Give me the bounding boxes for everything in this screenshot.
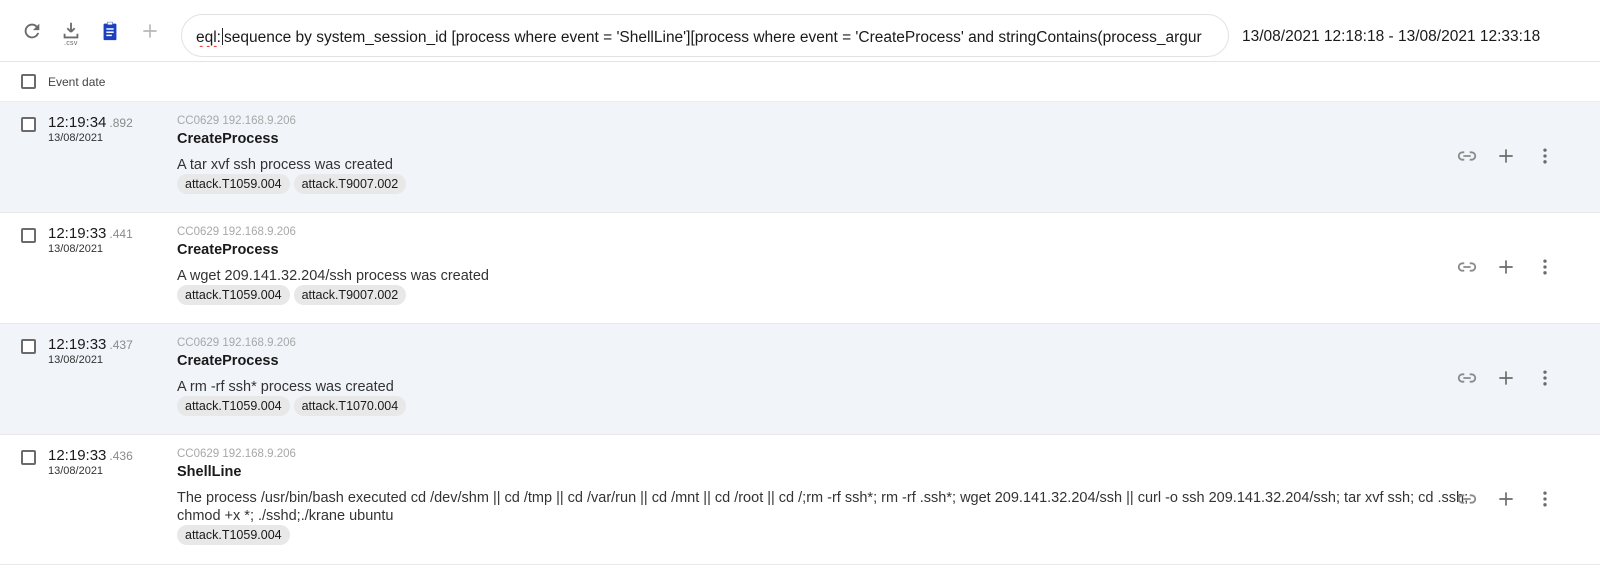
event-time: 12:19:34.892 xyxy=(48,114,133,131)
query-input[interactable]: eql: sequence by system_session_id [proce… xyxy=(181,14,1229,57)
row-checkbox[interactable] xyxy=(21,339,36,354)
row-checkbox[interactable] xyxy=(21,450,36,465)
table-row[interactable]: 12:19:33.436 13/08/2021 CC0629 192.168.9… xyxy=(0,435,1600,565)
link-icon xyxy=(1457,262,1477,272)
refresh-button[interactable] xyxy=(19,18,45,44)
more-button[interactable] xyxy=(1532,254,1558,280)
more-vert-icon xyxy=(1543,491,1547,507)
row-actions xyxy=(1450,486,1600,512)
event-source: CC0629 192.168.9.206 xyxy=(177,115,296,127)
tag-chip[interactable]: attack.T9007.002 xyxy=(293,174,407,194)
download-csv-icon xyxy=(63,22,79,39)
select-all-checkbox[interactable] xyxy=(21,74,36,89)
link-icon xyxy=(1457,373,1477,383)
event-description: A rm -rf ssh* process was created xyxy=(177,379,394,395)
event-type: CreateProcess xyxy=(177,131,279,147)
add-icon xyxy=(1499,492,1513,506)
event-time: 12:19:33.441 xyxy=(48,225,133,242)
tag-chip[interactable]: attack.T1059.004 xyxy=(177,285,290,305)
more-button[interactable] xyxy=(1532,365,1558,391)
more-vert-icon xyxy=(1543,259,1547,275)
more-button[interactable] xyxy=(1532,486,1558,512)
add-icon xyxy=(1499,149,1513,163)
more-button[interactable] xyxy=(1532,143,1558,169)
event-description: A tar xvf ssh process was created xyxy=(177,157,393,173)
add-icon xyxy=(1499,260,1513,274)
add-icon xyxy=(143,24,157,38)
date-range[interactable]: 13/08/2021 12:18:18 - 13/08/2021 12:33:1… xyxy=(1242,28,1540,46)
add-button[interactable] xyxy=(137,18,163,44)
csv-label: .csv xyxy=(64,40,78,47)
tag-chip[interactable]: attack.T1059.004 xyxy=(177,525,290,545)
add-row-button[interactable] xyxy=(1493,143,1519,169)
link-icon xyxy=(1457,151,1477,161)
more-vert-icon xyxy=(1543,370,1547,386)
event-source: CC0629 192.168.9.206 xyxy=(177,226,296,238)
clipboard-icon xyxy=(103,21,117,41)
event-date: 13/08/2021 xyxy=(48,465,104,477)
tag-chip[interactable]: attack.T1070.004 xyxy=(293,396,407,416)
row-checkbox[interactable] xyxy=(21,117,36,132)
more-vert-icon xyxy=(1543,148,1547,164)
event-source: CC0629 192.168.9.206 xyxy=(177,337,296,349)
add-row-button[interactable] xyxy=(1493,365,1519,391)
link-button[interactable] xyxy=(1454,254,1480,280)
event-type: ShellLine xyxy=(177,464,242,480)
event-list: 12:19:34.892 13/08/2021 CC0629 192.168.9… xyxy=(0,102,1600,565)
table-row[interactable]: 12:19:34.892 13/08/2021 CC0629 192.168.9… xyxy=(0,102,1600,213)
table-row[interactable]: 12:19:33.441 13/08/2021 CC0629 192.168.9… xyxy=(0,213,1600,324)
query-prefix: eql: xyxy=(196,29,221,46)
event-date: 13/08/2021 xyxy=(48,132,104,144)
tag-list: attack.T1059.004 xyxy=(177,525,290,545)
row-actions xyxy=(1450,254,1600,280)
event-type: CreateProcess xyxy=(177,242,279,258)
add-icon xyxy=(1499,371,1513,385)
row-actions xyxy=(1450,365,1600,391)
link-button[interactable] xyxy=(1454,486,1480,512)
row-actions xyxy=(1450,143,1600,169)
tag-chip[interactable]: attack.T9007.002 xyxy=(293,285,407,305)
tag-chip[interactable]: attack.T1059.004 xyxy=(177,174,290,194)
tag-list: attack.T1059.004 attack.T9007.002 xyxy=(177,174,407,194)
event-type: CreateProcess xyxy=(177,353,279,369)
link-icon xyxy=(1457,494,1477,504)
event-description: The process /usr/bin/bash executed cd /d… xyxy=(177,490,1469,524)
link-button[interactable] xyxy=(1454,365,1480,391)
table-row[interactable]: 12:19:33.437 13/08/2021 CC0629 192.168.9… xyxy=(0,324,1600,435)
toolbar: .csv eql: sequence by system_session_id [… xyxy=(0,0,1600,62)
row-checkbox[interactable] xyxy=(21,228,36,243)
link-button[interactable] xyxy=(1454,143,1480,169)
event-time: 12:19:33.436 xyxy=(48,447,133,464)
event-source: CC0629 192.168.9.206 xyxy=(177,448,296,460)
tag-list: attack.T1059.004 attack.T1070.004 xyxy=(177,396,407,416)
event-date-header: Event date xyxy=(48,75,106,89)
refresh-icon xyxy=(24,23,40,39)
event-date: 13/08/2021 xyxy=(48,243,104,255)
tag-list: attack.T1059.004 attack.T9007.002 xyxy=(177,285,407,305)
query-body: sequence by system_session_id [process w… xyxy=(224,29,1202,46)
add-row-button[interactable] xyxy=(1493,486,1519,512)
query-text[interactable]: eql: sequence by system_session_id [proce… xyxy=(196,28,1218,47)
copy-clipboard-button[interactable] xyxy=(97,18,123,44)
tag-chip[interactable]: attack.T1059.004 xyxy=(177,396,290,416)
table-header: Event date xyxy=(0,62,1600,102)
add-row-button[interactable] xyxy=(1493,254,1519,280)
event-date: 13/08/2021 xyxy=(48,354,104,366)
event-time: 12:19:33.437 xyxy=(48,336,133,353)
event-description: A wget 209.141.32.204/ssh process was cr… xyxy=(177,268,489,284)
text-caret xyxy=(222,28,223,45)
